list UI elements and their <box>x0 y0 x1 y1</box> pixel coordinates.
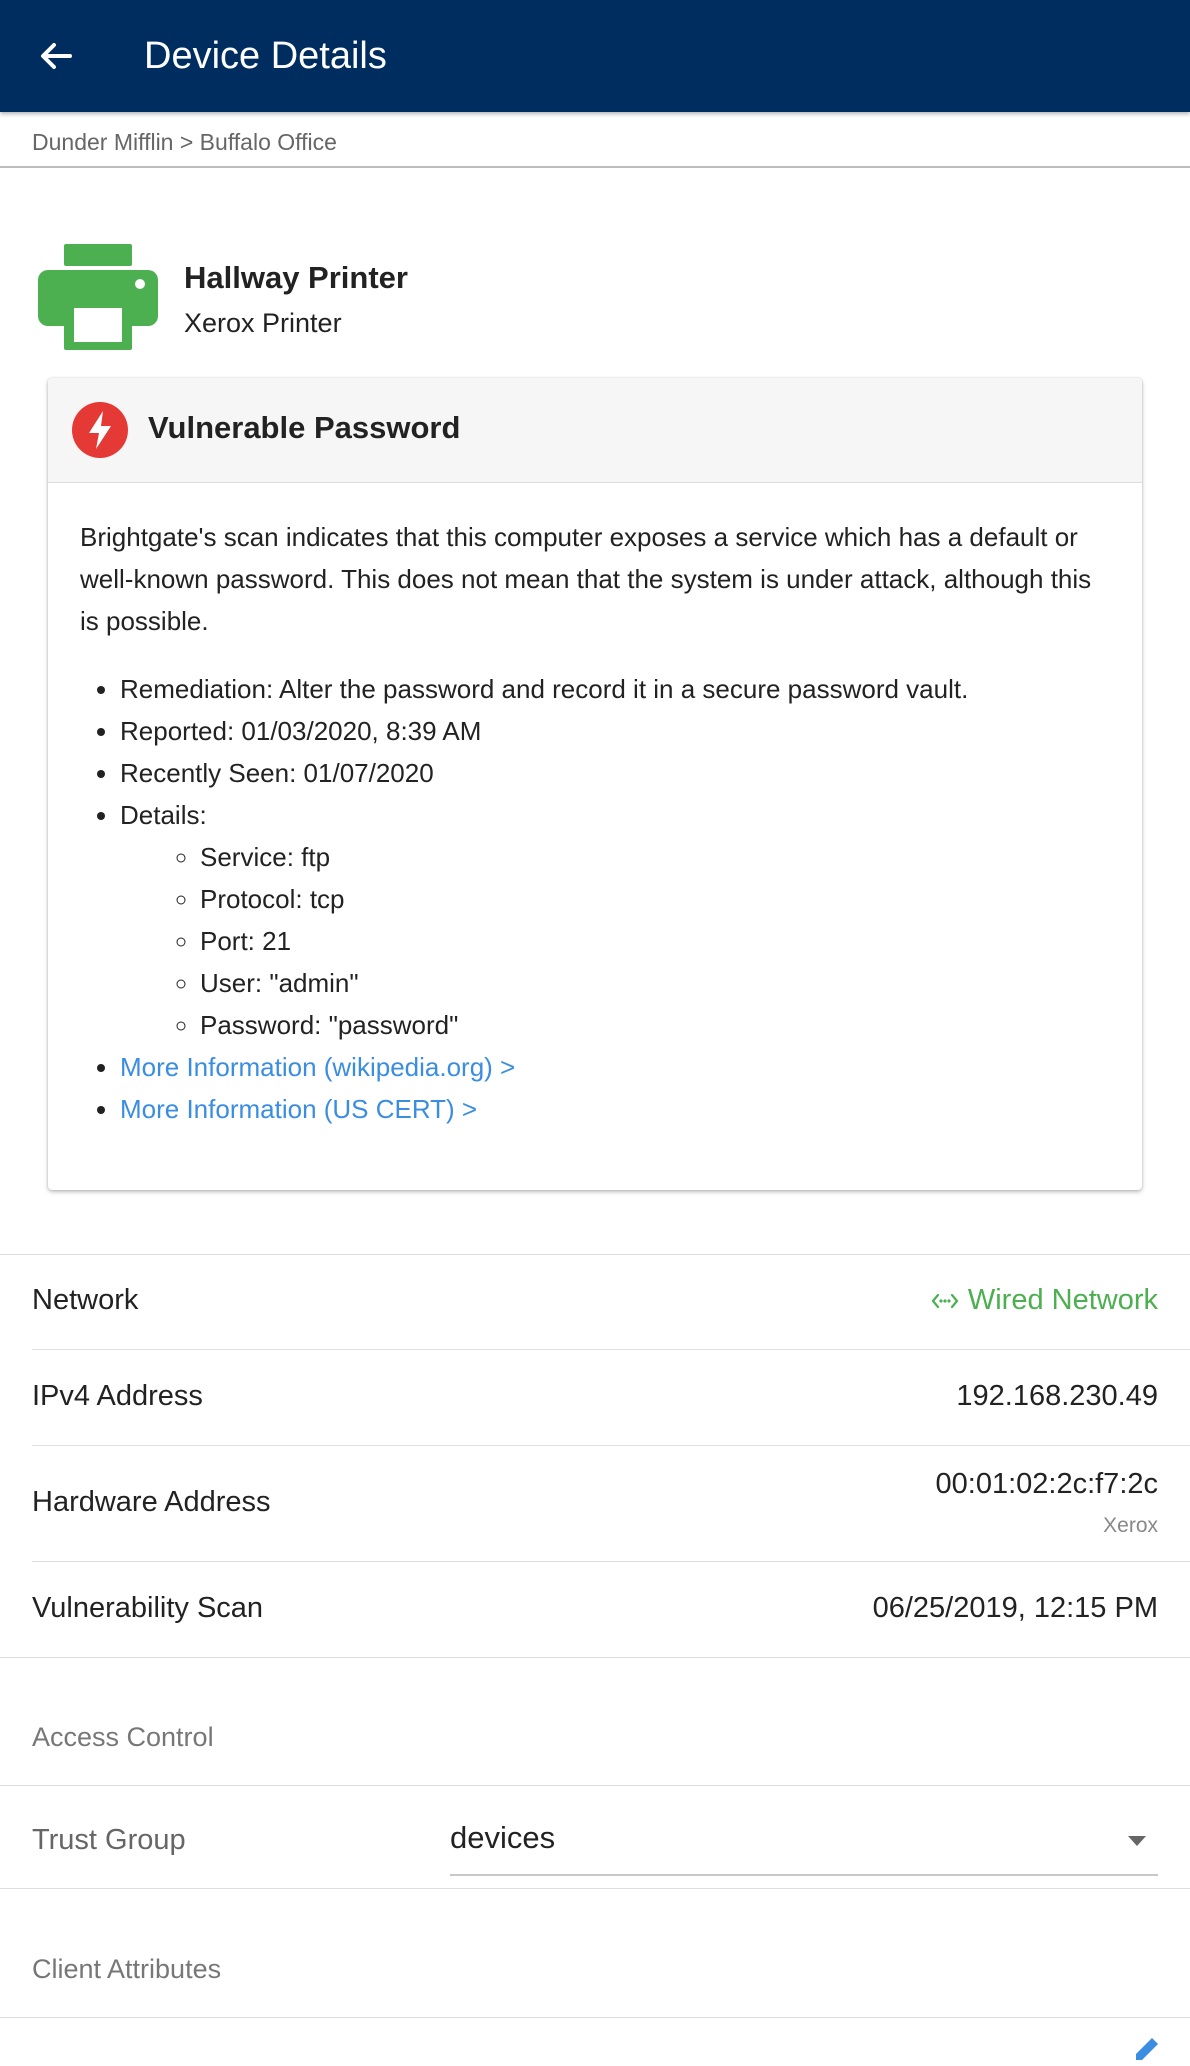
link-item: More Information (wikipedia.org) > <box>120 1046 1110 1088</box>
divider <box>32 1349 1190 1350</box>
ipv4-label: IPv4 Address <box>32 1380 203 1412</box>
hardware-address-label: Hardware Address <box>32 1486 271 1518</box>
wikipedia-link[interactable]: More Information (wikipedia.org) > <box>120 1052 515 1082</box>
alert-items: Remediation: Alter the password and reco… <box>80 668 1110 1130</box>
card-body: Brightgate's scan indicates that this co… <box>80 516 1110 1130</box>
back-arrow-icon <box>41 43 72 69</box>
card-title: Vulnerable Password <box>148 410 461 445</box>
trust-group-value: devices <box>450 1820 556 1855</box>
list-item: Remediation: Alter the password and reco… <box>120 668 1110 710</box>
us-cert-link[interactable]: More Information (US CERT) > <box>120 1094 477 1124</box>
page-title: Device Details <box>144 35 387 77</box>
detail-item: User: "admin" <box>200 962 1110 1004</box>
vulnerability-scan-value: 06/25/2019, 12:15 PM <box>872 1592 1158 1624</box>
vulnerability-card: Vulnerable Password Brightgate's scan in… <box>48 378 1142 1190</box>
vulnerability-scan-label: Vulnerability Scan <box>32 1592 264 1624</box>
client-attributes-heading: Client Attributes <box>32 1954 222 1984</box>
ipv4-value: 192.168.230.49 <box>956 1380 1158 1412</box>
list-item: Reported: 01/03/2020, 8:39 AM <box>120 710 1110 752</box>
detail-item: Service: ftp <box>200 836 1110 878</box>
breadcrumb: Dunder Mifflin > Buffalo Office <box>0 113 1190 168</box>
divider <box>0 1785 1190 1786</box>
edit-icon[interactable] <box>1130 2034 1162 2066</box>
details-list: Service: ftp Protocol: tcp Port: 21 User… <box>120 836 1110 1046</box>
network-label: Network <box>32 1284 139 1316</box>
network-value-text: Wired Network <box>967 1284 1158 1316</box>
device-type: Xerox Printer <box>184 308 342 338</box>
card-header: Vulnerable Password <box>48 378 1142 483</box>
divider <box>32 1445 1190 1446</box>
details-label: Details: <box>120 800 207 830</box>
hardware-address-value: 00:01:02:2c:f7:2c <box>935 1468 1159 1500</box>
divider <box>0 1657 1190 1658</box>
alert-description: Brightgate's scan indicates that this co… <box>80 522 1092 636</box>
list-item: Recently Seen: 01/07/2020 <box>120 752 1110 794</box>
dropdown-arrow-icon <box>1128 1836 1146 1846</box>
detail-item: Protocol: tcp <box>200 878 1110 920</box>
details-item: Details: Service: ftp Protocol: tcp Port… <box>120 794 1110 1046</box>
app-bar: Device Details <box>0 0 1190 112</box>
alert-bolt-icon <box>72 402 128 458</box>
divider <box>0 1254 1190 1255</box>
device-name: Hallway Printer <box>184 260 408 295</box>
detail-item: Password: "password" <box>200 1004 1110 1046</box>
hardware-vendor: Xerox <box>1103 1514 1158 1537</box>
breadcrumb-text[interactable]: Dunder Mifflin > Buffalo Office <box>32 129 337 156</box>
access-control-heading: Access Control <box>32 1722 214 1752</box>
divider <box>0 1888 1190 1889</box>
wired-network-icon <box>931 1294 959 1309</box>
back-button[interactable] <box>30 30 82 82</box>
printer-icon <box>38 244 158 350</box>
divider <box>0 2017 1190 2018</box>
network-value[interactable]: Wired Network <box>930 1284 1158 1317</box>
divider <box>32 1561 1190 1562</box>
detail-item: Port: 21 <box>200 920 1110 962</box>
link-item: More Information (US CERT) > <box>120 1088 1110 1130</box>
trust-group-label: Trust Group <box>32 1824 186 1856</box>
trust-group-select[interactable]: devices <box>450 1808 1158 1876</box>
